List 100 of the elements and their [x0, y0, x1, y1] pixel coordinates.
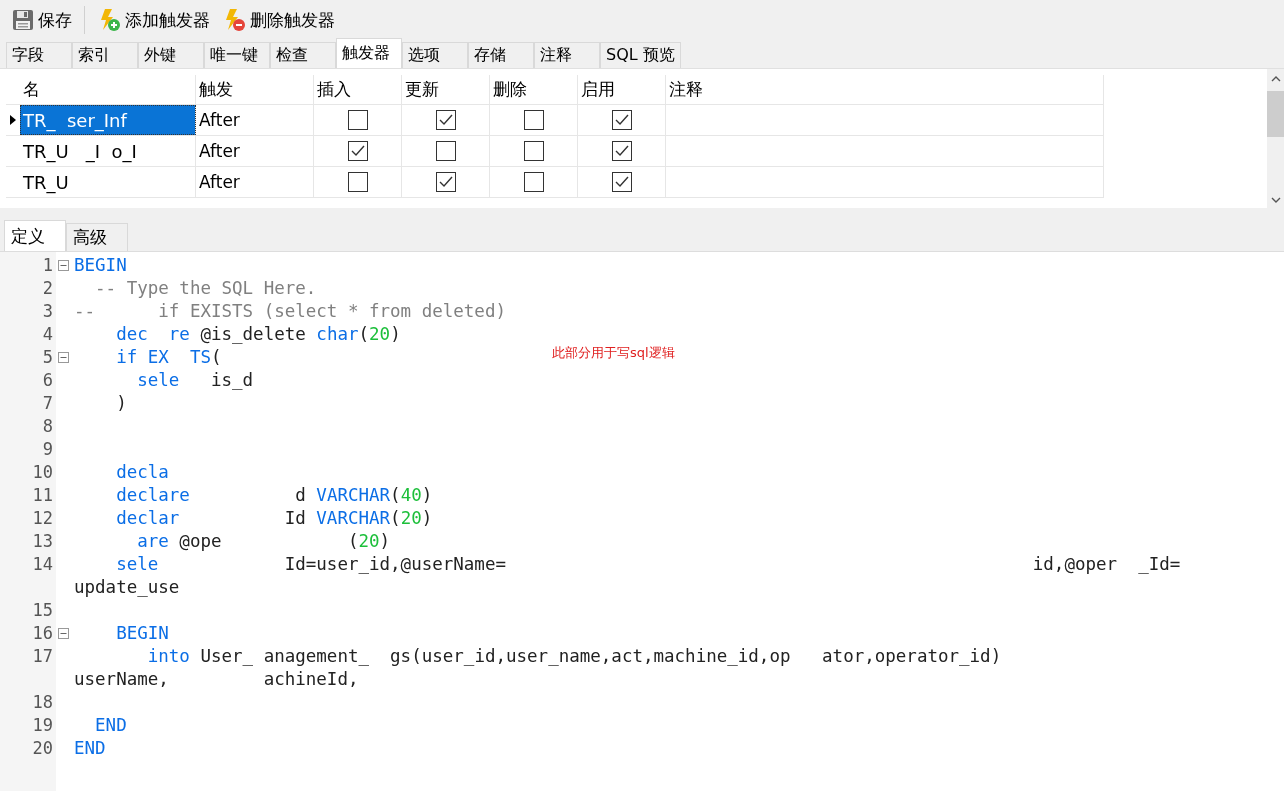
code-text: ( [210, 347, 222, 367]
line-number: 5 [41, 346, 53, 369]
code-keyword: END [74, 738, 106, 758]
code-keyword: into [146, 646, 190, 666]
column-header: 删除 [490, 75, 578, 104]
save-button[interactable]: 保存 [8, 6, 76, 34]
tab[interactable]: 选项 [402, 42, 468, 68]
column-header: 名 [20, 75, 196, 104]
line-number: 9 [41, 438, 53, 461]
checked-checkbox[interactable] [347, 141, 368, 161]
row-pointer-icon [10, 115, 16, 125]
code-number: 40 [400, 485, 422, 505]
code-text: ) [390, 324, 401, 344]
line-number: 3 [41, 300, 53, 323]
line-number: 11 [31, 484, 53, 507]
line-number: 10 [31, 461, 53, 484]
line-number: 12 [31, 507, 53, 530]
code-keyword: if EX TS [115, 347, 211, 367]
checkbox[interactable] [523, 172, 544, 192]
code-text: ) [115, 393, 127, 413]
code-text: ( [390, 485, 401, 505]
tab[interactable]: SQL 预览 [600, 42, 681, 68]
code-text: Id [283, 508, 307, 528]
column-header: 启用 [578, 75, 666, 104]
annotation-text: 此部分用于写sql逻辑 [552, 344, 675, 362]
collapse-icon[interactable] [58, 260, 69, 271]
line-number: 20 [31, 737, 53, 760]
scroll-down-icon[interactable] [1270, 196, 1281, 204]
code-text: ( [390, 508, 401, 528]
trigger-name-cell[interactable]: TR_U _I o_I [20, 136, 196, 166]
checkbox[interactable] [347, 110, 368, 130]
line-number: 16 [31, 622, 53, 645]
tab[interactable]: 索引 [72, 42, 138, 68]
code-comment: -- if EXISTS (select * from deleted) [74, 301, 506, 321]
code-text: update_use [74, 577, 180, 597]
column-header: 插入 [314, 75, 402, 104]
tab[interactable]: 字段 [6, 42, 72, 68]
add-trigger-button[interactable]: 添加触发器 [93, 6, 214, 34]
trigger-name-cell[interactable]: TR_ ser_Inf [20, 105, 196, 135]
collapse-icon[interactable] [58, 628, 69, 639]
code-text: Id=user_id,@userName= id,@oper _Id= [283, 554, 1181, 574]
column-header: 触发 [196, 75, 314, 104]
code-keyword: sele [115, 554, 159, 574]
code-keyword: declar [115, 508, 180, 528]
code-keyword: are [136, 531, 169, 551]
code-keyword: char [316, 324, 359, 344]
code-keyword: VARCHAR [316, 485, 391, 505]
scroll-up-icon[interactable] [1270, 75, 1281, 83]
checked-checkbox[interactable] [611, 110, 632, 130]
code-keyword: dec re [115, 324, 190, 344]
scrollbar[interactable] [1267, 69, 1284, 208]
code-comment: -- Type the SQL Here. [94, 278, 317, 298]
tab[interactable]: 外键 [138, 42, 204, 68]
code-keyword: declare [115, 485, 190, 505]
code-keyword: VARCHAR [316, 508, 391, 528]
trigger-name-cell[interactable]: TR_U [20, 167, 196, 197]
line-number: 2 [41, 277, 53, 300]
code-keyword: sele [136, 370, 180, 390]
line-number: 1 [41, 254, 53, 277]
code-text: ) [421, 485, 433, 505]
checkbox[interactable] [347, 172, 368, 192]
checked-checkbox[interactable] [611, 141, 632, 161]
line-number: 8 [41, 415, 53, 438]
code-keyword: decla [115, 462, 169, 482]
code-number: 20 [400, 508, 422, 528]
tab[interactable]: 存储 [468, 42, 534, 68]
line-number: 6 [41, 369, 53, 392]
code-number: 20 [358, 531, 380, 551]
code-text: d [294, 485, 307, 505]
tab[interactable]: 高级 [66, 223, 128, 251]
checkbox[interactable] [523, 141, 544, 161]
checkbox[interactable] [523, 110, 544, 130]
code-keyword: END [94, 715, 127, 735]
line-number: 14 [31, 553, 53, 576]
collapse-icon[interactable] [58, 352, 69, 363]
line-number: 19 [31, 714, 53, 737]
line-number: 17 [31, 645, 53, 668]
tab[interactable]: 定义 [4, 220, 66, 251]
column-header: 更新 [402, 75, 490, 104]
code-text: is_d [209, 370, 254, 390]
tab[interactable]: 触发器 [336, 38, 402, 68]
delete-trigger-button[interactable]: 删除触发器 [218, 6, 339, 34]
code-text: User_ anagement_ gs(user_id,user_name,act,machine_id,op ator,operator_id) [199, 646, 1002, 666]
checked-checkbox[interactable] [611, 172, 632, 192]
code-text: ( [358, 324, 370, 344]
line-number: 18 [31, 691, 53, 714]
checked-checkbox[interactable] [435, 110, 456, 130]
code-text: @is_delete [199, 324, 307, 344]
line-number: 15 [31, 599, 53, 622]
line-number: 13 [31, 530, 53, 553]
tab[interactable]: 唯一键 [204, 42, 270, 68]
trigger-timing-cell: After [196, 105, 314, 135]
code-text: userName, achineId, [74, 669, 359, 689]
checkbox[interactable] [435, 141, 456, 161]
line-number: 7 [41, 392, 53, 415]
tab[interactable]: 注释 [534, 42, 600, 68]
code-keyword: BEGIN [74, 255, 127, 275]
code-number: 20 [369, 324, 391, 344]
checked-checkbox[interactable] [435, 172, 456, 192]
tab[interactable]: 检查 [270, 42, 336, 68]
